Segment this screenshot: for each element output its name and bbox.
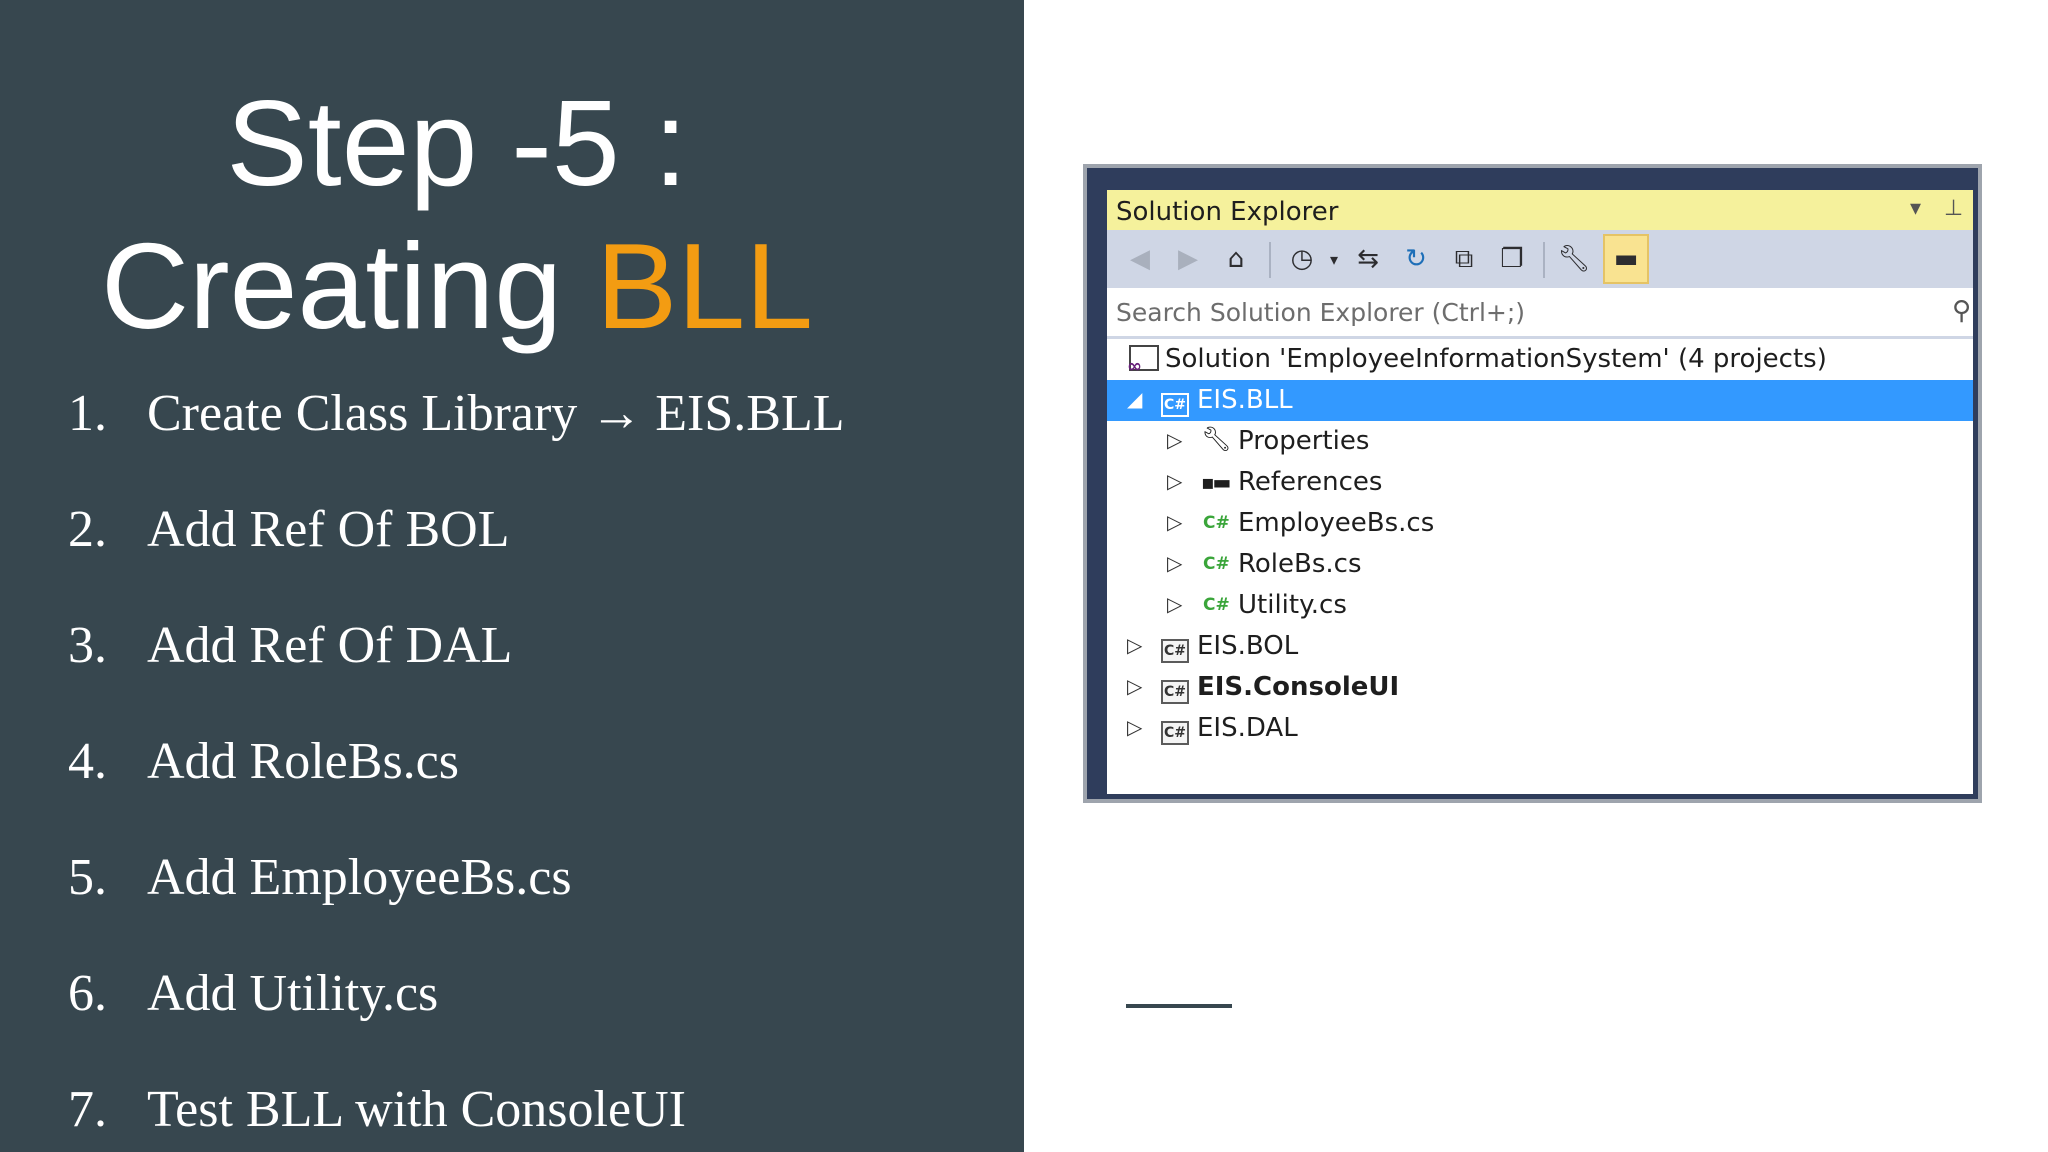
solution-explorer-panel: Solution Explorer ▾ ⊥ ◀ ▶ ⌂ ◷ ▾ ⇆ ↻ ⧉ ❐ … bbox=[1107, 190, 1973, 794]
step-text: Add EmployeeBs.cs bbox=[147, 849, 572, 906]
show-all-files-icon[interactable]: ❐ bbox=[1495, 242, 1529, 276]
tree-item-label: References bbox=[1238, 467, 1383, 497]
slide-title-line1: Step -5 : bbox=[226, 75, 688, 211]
dropdown-icon[interactable]: ▾ bbox=[1910, 196, 1921, 221]
collapsed-arrow-icon[interactable]: ▷ bbox=[1167, 592, 1182, 616]
search-box: ⚲ bbox=[1107, 288, 1973, 339]
csharp-project-icon: C# bbox=[1161, 632, 1189, 663]
csharp-file-icon: C# bbox=[1203, 513, 1230, 533]
step-text: Add RoleBs.cs bbox=[147, 733, 459, 790]
step-item-7: 7. Test BLL with ConsoleUI bbox=[68, 1084, 686, 1136]
panel-title: Solution Explorer bbox=[1116, 197, 1339, 227]
tree-item-label: Properties bbox=[1238, 426, 1370, 456]
tree-item-references[interactable]: ▷ ▪▬ References bbox=[1107, 462, 1973, 503]
tree-item-label: RoleBs.cs bbox=[1238, 549, 1362, 579]
tree-item-eis-consoleui[interactable]: ▷ C# EIS.ConsoleUI bbox=[1107, 667, 1973, 708]
step-number: 6. bbox=[68, 965, 107, 1022]
slide-left-panel: Step -5 : Creating BLL 1. Create Class Li… bbox=[0, 0, 1024, 1152]
solution-explorer-toolbar: ◀ ▶ ⌂ ◷ ▾ ⇆ ↻ ⧉ ❐ 🔧︎ ▬ bbox=[1107, 230, 1973, 288]
tree-item-label: Solution 'EmployeeInformationSystem' (4 … bbox=[1165, 344, 1827, 374]
csharp-project-icon: C# bbox=[1161, 386, 1189, 417]
step-text: Test BLL with ConsoleUI bbox=[147, 1081, 686, 1138]
csharp-file-icon: C# bbox=[1203, 554, 1230, 574]
search-icon[interactable]: ⚲ bbox=[1952, 296, 1971, 326]
search-input[interactable] bbox=[1116, 296, 1936, 328]
collapsed-arrow-icon[interactable]: ▷ bbox=[1127, 633, 1142, 657]
expanded-arrow-icon[interactable]: ◢ bbox=[1127, 387, 1142, 411]
step-text: Add Ref Of BOL bbox=[147, 501, 510, 558]
tree-item-rolebs[interactable]: ▷ C# RoleBs.cs bbox=[1107, 544, 1973, 585]
sync-icon[interactable]: ⇆ bbox=[1351, 242, 1385, 276]
collapsed-arrow-icon[interactable]: ▷ bbox=[1167, 469, 1182, 493]
step-item-4: 4. Add RoleBs.cs bbox=[68, 736, 459, 788]
references-icon: ▪▬ bbox=[1201, 470, 1231, 494]
title-prefix: Creating bbox=[100, 218, 596, 354]
tree-item-label: EIS.BOL bbox=[1197, 631, 1299, 661]
tree-item-properties[interactable]: ▷ 🔧︎ Properties bbox=[1107, 421, 1973, 462]
collapsed-arrow-icon[interactable]: ▷ bbox=[1167, 428, 1182, 452]
step-item-1: 1. Create Class Library → EIS.BLL bbox=[68, 388, 845, 440]
tree-item-solution[interactable]: Solution 'EmployeeInformationSystem' (4 … bbox=[1107, 339, 1973, 380]
tree-item-label: EIS.BLL bbox=[1197, 385, 1293, 415]
wrench-icon: 🔧︎ bbox=[1201, 425, 1232, 453]
solution-explorer-window: Solution Explorer ▾ ⊥ ◀ ▶ ⌂ ◷ ▾ ⇆ ↻ ⧉ ❐ … bbox=[1083, 164, 1982, 803]
step-item-3: 3. Add Ref Of DAL bbox=[68, 620, 512, 672]
solution-explorer-header: Solution Explorer ▾ ⊥ bbox=[1107, 190, 1973, 230]
collapse-all-icon[interactable]: ⧉ bbox=[1447, 242, 1481, 276]
pending-changes-icon[interactable]: ◷ bbox=[1285, 242, 1319, 276]
step-item-2: 2. Add Ref Of BOL bbox=[68, 504, 510, 556]
tree-item-eis-bll[interactable]: ◢ C# EIS.BLL bbox=[1107, 380, 1973, 421]
tree-item-label: EIS.DAL bbox=[1197, 713, 1298, 743]
tree-item-label: EmployeeBs.cs bbox=[1238, 508, 1435, 538]
collapsed-arrow-icon[interactable]: ▷ bbox=[1127, 715, 1142, 739]
home-icon[interactable]: ⌂ bbox=[1219, 242, 1253, 276]
tree-item-eis-bol[interactable]: ▷ C# EIS.BOL bbox=[1107, 626, 1973, 667]
toolbar-separator bbox=[1543, 242, 1545, 278]
pending-changes-dropdown-icon[interactable]: ▾ bbox=[1317, 242, 1351, 276]
csharp-project-icon: C# bbox=[1161, 714, 1189, 745]
collapsed-arrow-icon[interactable]: ▷ bbox=[1167, 510, 1182, 534]
back-icon[interactable]: ◀ bbox=[1123, 242, 1157, 276]
step-number: 3. bbox=[68, 617, 107, 674]
collapsed-arrow-icon[interactable]: ▷ bbox=[1167, 551, 1182, 575]
pin-icon[interactable]: ⊥ bbox=[1944, 196, 1963, 221]
properties-icon[interactable]: 🔧︎ bbox=[1557, 242, 1591, 276]
preview-icon[interactable]: ▬ bbox=[1603, 234, 1649, 284]
step-item-5: 5. Add EmployeeBs.cs bbox=[68, 852, 572, 904]
csharp-file-icon: C# bbox=[1203, 595, 1230, 615]
tree-item-utility[interactable]: ▷ C# Utility.cs bbox=[1107, 585, 1973, 626]
title-accent: BLL bbox=[595, 218, 814, 354]
csharp-project-icon: C# bbox=[1161, 673, 1189, 704]
step-number: 2. bbox=[68, 501, 107, 558]
step-text: Create Class Library → EIS.BLL bbox=[147, 385, 845, 442]
step-text: Add Utility.cs bbox=[147, 965, 439, 1022]
toolbar-separator bbox=[1269, 242, 1271, 278]
tree-item-eis-dal[interactable]: ▷ C# EIS.DAL bbox=[1107, 708, 1973, 749]
tree-item-label: Utility.cs bbox=[1238, 590, 1347, 620]
collapsed-arrow-icon[interactable]: ▷ bbox=[1127, 674, 1142, 698]
tree-item-employeebs[interactable]: ▷ C# EmployeeBs.cs bbox=[1107, 503, 1973, 544]
solution-icon bbox=[1127, 345, 1159, 378]
refresh-icon[interactable]: ↻ bbox=[1399, 242, 1433, 276]
step-number: 7. bbox=[68, 1081, 107, 1138]
step-text: Add Ref Of DAL bbox=[147, 617, 513, 674]
slide-title-line2: Creating BLL bbox=[0, 225, 969, 347]
forward-icon[interactable]: ▶ bbox=[1171, 242, 1205, 276]
step-number: 5. bbox=[68, 849, 107, 906]
step-number: 4. bbox=[68, 733, 107, 790]
decorative-divider bbox=[1126, 1004, 1232, 1008]
step-item-6: 6. Add Utility.cs bbox=[68, 968, 438, 1020]
step-number: 1. bbox=[68, 385, 107, 442]
tree-item-label: EIS.ConsoleUI bbox=[1197, 672, 1400, 702]
